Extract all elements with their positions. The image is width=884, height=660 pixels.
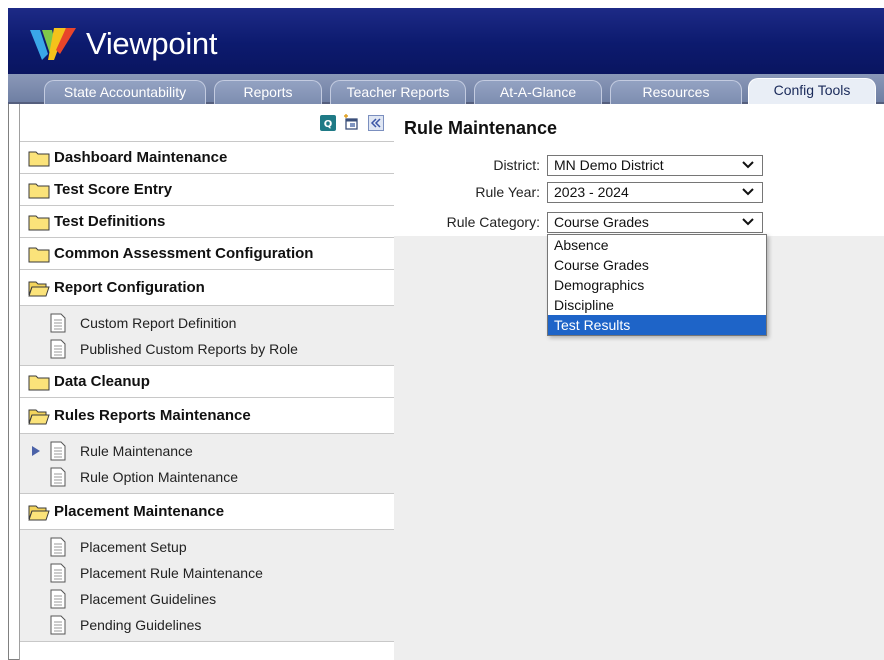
- folder-placement-maintenance[interactable]: Placement Maintenance: [20, 494, 395, 530]
- folder-label: Dashboard Maintenance: [54, 149, 228, 166]
- tab-teacher-reports[interactable]: Teacher Reports: [330, 80, 466, 104]
- chevron-down-icon: [742, 218, 754, 226]
- new-window-icon[interactable]: [343, 113, 361, 132]
- document-icon: [50, 563, 66, 583]
- sidebar-tree: Q Dashboard Maintenance Test Score Entry…: [19, 104, 395, 660]
- app-header: Viewpoint State Accountability Reports T…: [0, 0, 884, 104]
- folder-label: Common Assessment Configuration: [54, 245, 314, 262]
- nav-item-label: Pending Guidelines: [80, 617, 202, 633]
- folder-common-assessment-configuration[interactable]: Common Assessment Configuration: [20, 238, 395, 270]
- tab-at-a-glance[interactable]: At-A-Glance: [474, 80, 602, 104]
- dropdown-option-discipline[interactable]: Discipline: [548, 295, 766, 315]
- document-icon: [50, 537, 66, 557]
- folder-rules-reports-maintenance[interactable]: Rules Reports Maintenance: [20, 398, 395, 434]
- chevron-down-icon: [742, 161, 754, 169]
- rule-category-dropdown-list: Absence Course Grades Demographics Disci…: [547, 234, 767, 336]
- rules-reports-maintenance-items: Rule Maintenance Rule Option Maintenance: [20, 434, 395, 494]
- district-select[interactable]: MN Demo District: [547, 155, 763, 176]
- report-configuration-items: Custom Report Definition Published Custo…: [20, 306, 395, 366]
- rule-form-area: Rule Maintenance District: MN Demo Distr…: [394, 104, 884, 236]
- district-label: District:: [493, 157, 540, 173]
- folder-data-cleanup[interactable]: Data Cleanup: [20, 366, 395, 398]
- folder-closed-icon: [28, 375, 50, 390]
- nav-item-label: Placement Setup: [80, 539, 187, 555]
- tab-reports[interactable]: Reports: [214, 80, 322, 104]
- folder-closed-icon: [28, 151, 50, 166]
- folder-label: Report Configuration: [54, 279, 205, 296]
- logo-text: Viewpoint: [86, 26, 218, 61]
- nav-item-published-custom-reports-by-role[interactable]: Published Custom Reports by Role: [20, 336, 395, 362]
- folder-dashboard-maintenance[interactable]: Dashboard Maintenance: [20, 142, 395, 174]
- document-icon: [50, 441, 66, 461]
- folder-label: Test Score Entry: [54, 181, 173, 198]
- dropdown-option-course-grades[interactable]: Course Grades: [548, 255, 766, 275]
- brand-banner: Viewpoint: [8, 8, 884, 74]
- folder-label: Test Definitions: [54, 213, 166, 230]
- chevron-down-icon: [742, 188, 754, 196]
- district-value: MN Demo District: [554, 157, 664, 173]
- dropdown-option-test-results[interactable]: Test Results: [548, 315, 766, 335]
- document-icon: [50, 589, 66, 609]
- folder-open-icon: [28, 409, 50, 424]
- viewpoint-logo[interactable]: Viewpoint: [28, 22, 217, 66]
- selected-arrow-icon: [32, 446, 40, 456]
- folder-open-icon: [28, 281, 50, 296]
- folder-closed-icon: [28, 215, 50, 230]
- nav-item-label: Custom Report Definition: [80, 315, 237, 331]
- folder-label: Data Cleanup: [54, 373, 150, 390]
- folder-label: Placement Maintenance: [54, 503, 225, 520]
- document-icon: [50, 467, 66, 487]
- dropdown-option-absence[interactable]: Absence: [548, 235, 766, 255]
- nav-item-rule-option-maintenance[interactable]: Rule Option Maintenance: [20, 464, 395, 490]
- nav-item-placement-rule-maintenance[interactable]: Placement Rule Maintenance: [20, 560, 395, 586]
- sidebar-toolbar: Q: [20, 104, 395, 142]
- placement-maintenance-items: Placement Setup Placement Rule Maintenan…: [20, 530, 395, 642]
- folder-test-score-entry[interactable]: Test Score Entry: [20, 174, 395, 206]
- rule-year-label: Rule Year:: [475, 184, 540, 200]
- rule-category-select[interactable]: Course Grades: [547, 212, 763, 233]
- rule-year-select[interactable]: 2023 - 2024: [547, 182, 763, 203]
- page-title: Rule Maintenance: [404, 118, 558, 138]
- main-tab-strip: State Accountability Reports Teacher Rep…: [8, 74, 884, 104]
- folder-report-configuration[interactable]: Report Configuration: [20, 270, 395, 306]
- nav-item-label: Placement Rule Maintenance: [80, 565, 263, 581]
- quick-search-icon[interactable]: Q: [319, 114, 337, 132]
- nav-item-custom-report-definition[interactable]: Custom Report Definition: [20, 310, 395, 336]
- document-icon: [50, 313, 66, 333]
- main-content: Rule Maintenance District: MN Demo Distr…: [394, 104, 884, 660]
- rule-category-label: Rule Category:: [446, 214, 540, 230]
- dropdown-option-demographics[interactable]: Demographics: [548, 275, 766, 295]
- tab-config-tools[interactable]: Config Tools: [748, 78, 876, 104]
- nav-item-rule-maintenance[interactable]: Rule Maintenance: [20, 438, 395, 464]
- nav-item-pending-guidelines[interactable]: Pending Guidelines: [20, 612, 395, 638]
- sidebar: Q Dashboard Maintenance Test Score Entry…: [8, 104, 395, 660]
- nav-item-placement-guidelines[interactable]: Placement Guidelines: [20, 586, 395, 612]
- tab-state-accountability[interactable]: State Accountability: [44, 80, 206, 104]
- nav-item-label: Placement Guidelines: [80, 591, 217, 607]
- rule-year-value: 2023 - 2024: [554, 184, 629, 200]
- collapse-panel-icon[interactable]: [367, 114, 385, 132]
- folder-closed-icon: [28, 183, 50, 198]
- folder-open-icon: [28, 505, 50, 520]
- svg-text:Q: Q: [324, 119, 333, 130]
- document-icon: [50, 339, 66, 359]
- folder-closed-icon: [28, 247, 50, 262]
- nav-item-label: Rule Maintenance: [80, 443, 193, 459]
- viewpoint-logo-icon: [30, 28, 76, 60]
- tab-resources[interactable]: Resources: [610, 80, 742, 104]
- nav-item-label: Rule Option Maintenance: [80, 469, 238, 485]
- nav-item-label: Published Custom Reports by Role: [80, 341, 298, 357]
- nav-item-placement-setup[interactable]: Placement Setup: [20, 534, 395, 560]
- rule-category-value: Course Grades: [554, 214, 649, 230]
- folder-test-definitions[interactable]: Test Definitions: [20, 206, 395, 238]
- folder-label: Rules Reports Maintenance: [54, 407, 251, 424]
- document-icon: [50, 615, 66, 635]
